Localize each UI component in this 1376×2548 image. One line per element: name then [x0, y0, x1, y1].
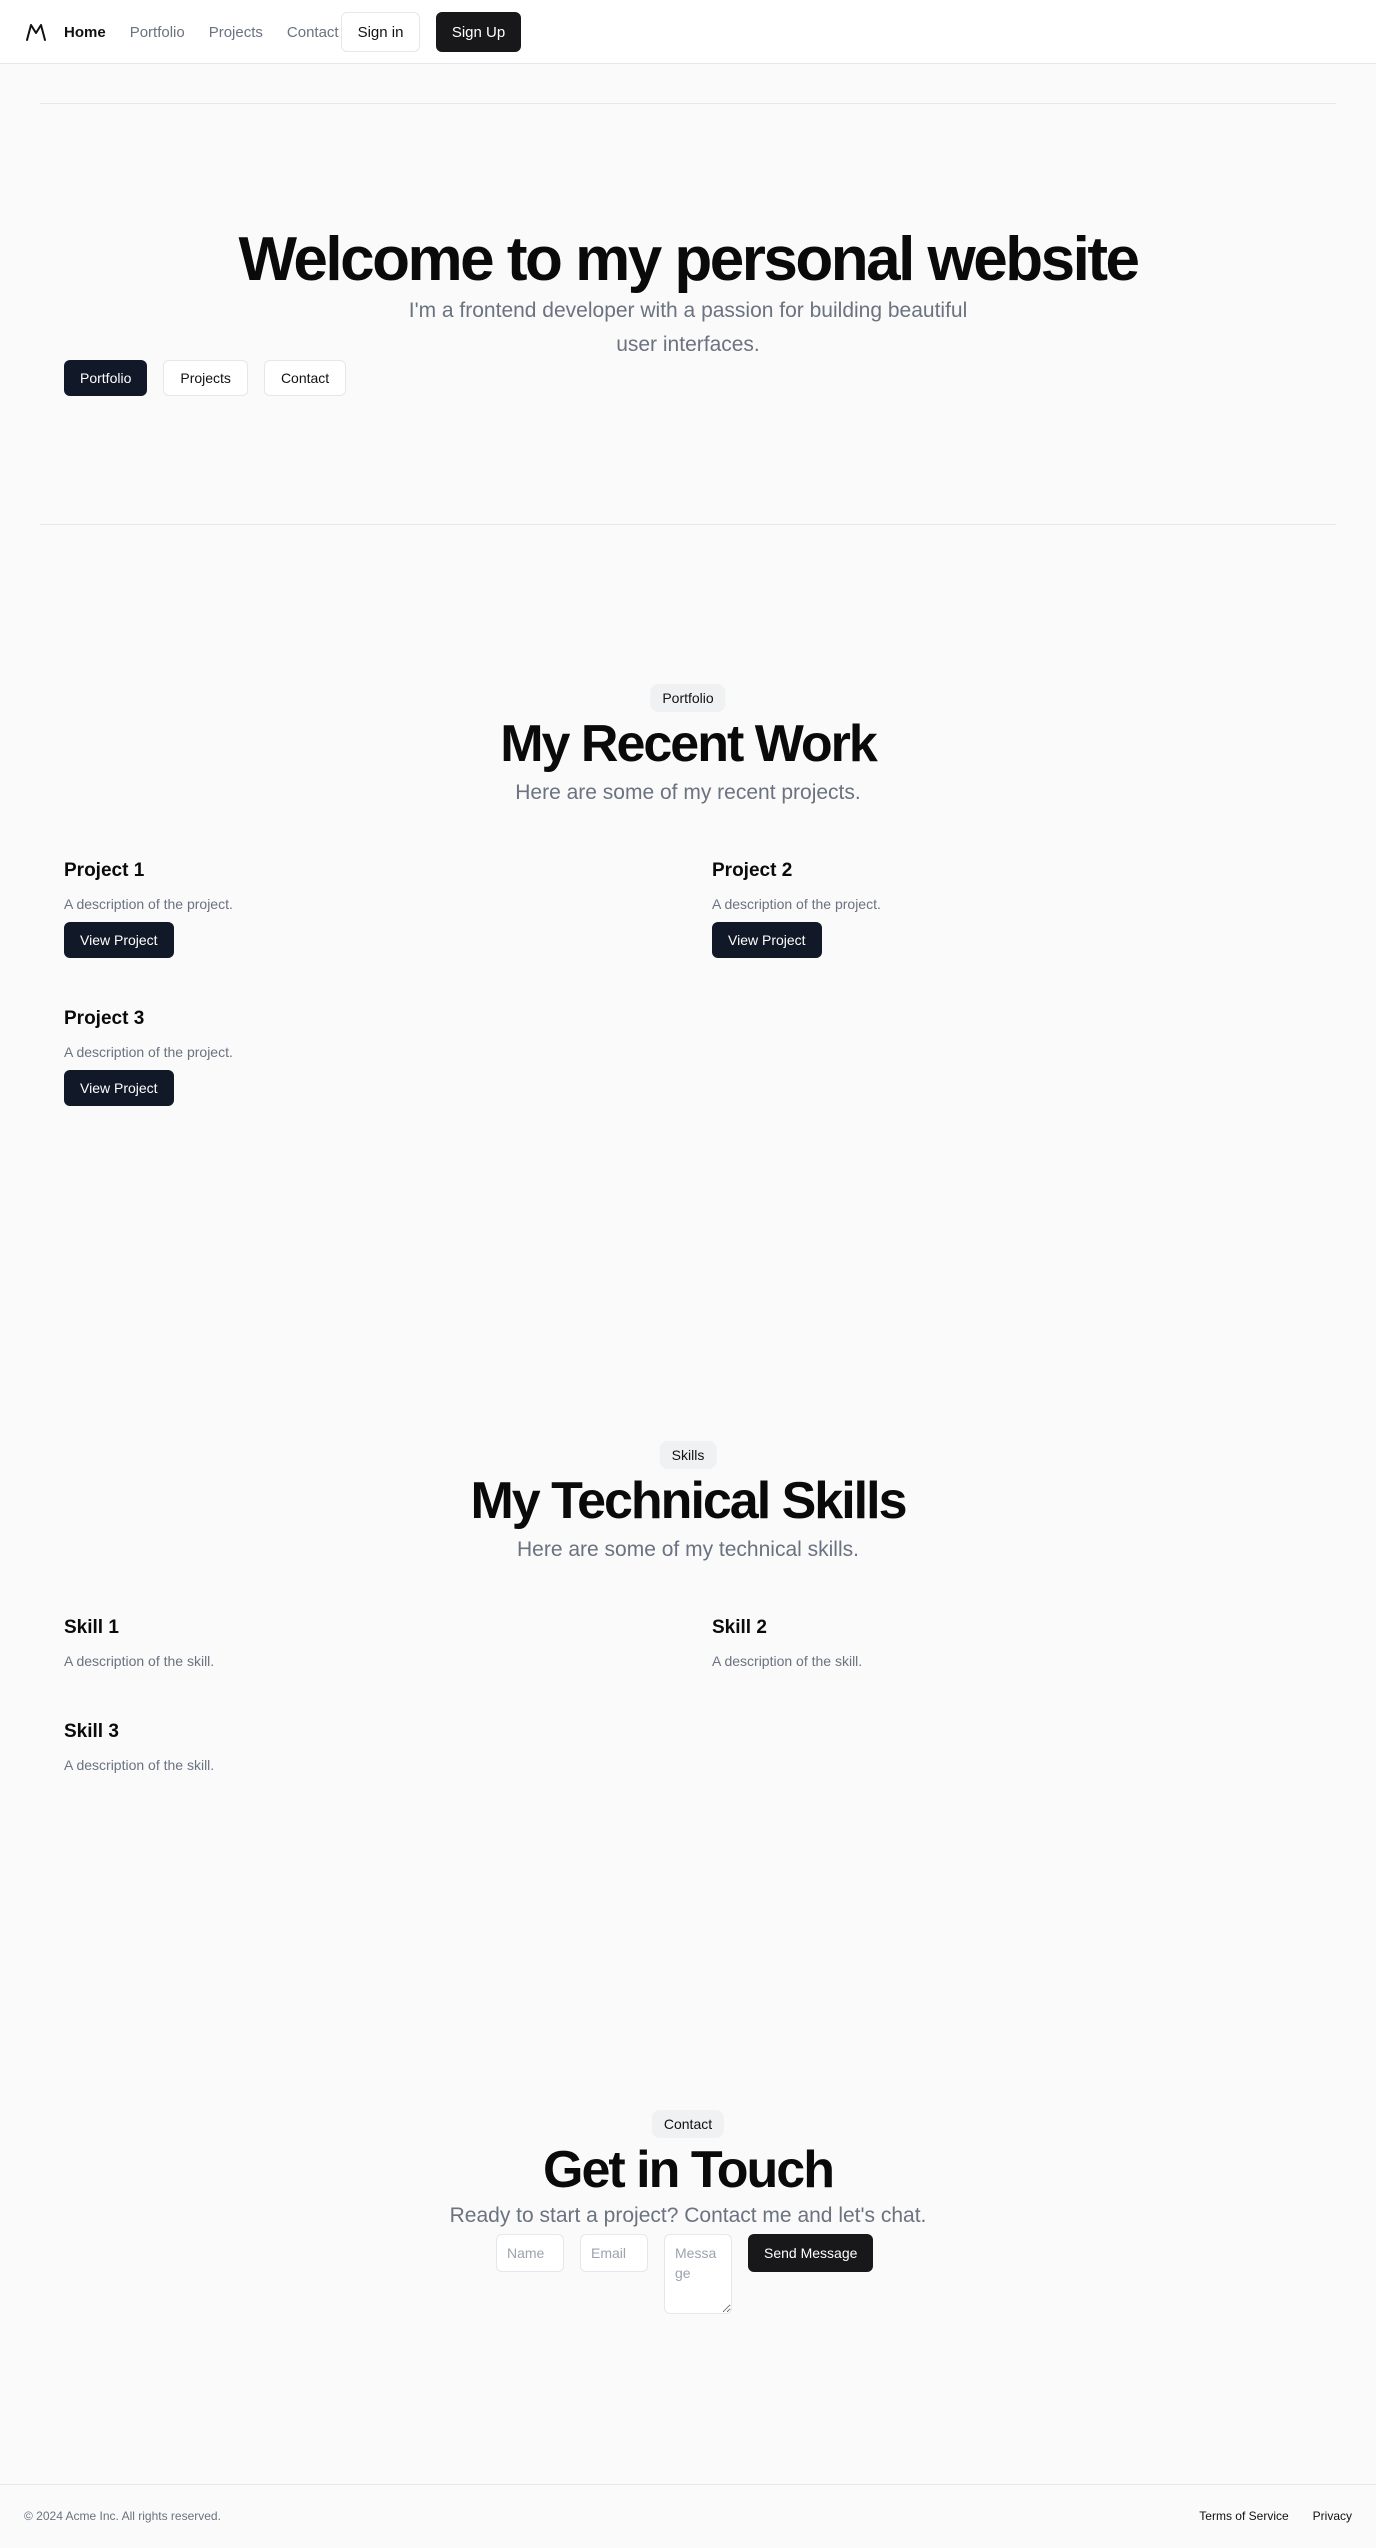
nav-projects-link[interactable]: Projects — [209, 24, 263, 41]
contact-title: Get in Touch — [543, 2141, 835, 2199]
portfolio-title: My Recent Work — [500, 715, 878, 773]
email-input[interactable] — [580, 2234, 648, 2272]
contact-subtitle: Ready to start a project? Contact me and… — [449, 2204, 927, 2227]
project-description: A description of the project. — [64, 896, 233, 912]
project-title: Project 3 — [64, 1008, 145, 1029]
skill-title: Skill 1 — [64, 1617, 119, 1638]
hero-subtitle: I'm a frontend developer with a passion … — [408, 299, 968, 356]
terms-of-service-link[interactable]: Terms of Service — [1199, 2509, 1288, 2523]
name-input[interactable] — [496, 2234, 564, 2272]
hero-top-divider — [40, 103, 1336, 104]
view-project-button[interactable]: View Project — [64, 922, 174, 958]
skill-title: Skill 3 — [64, 1721, 119, 1742]
skill-card: Skill 3 A description of the skill. — [64, 1719, 664, 1775]
project-card: Project 1 A description of the project. … — [64, 858, 664, 958]
contact-badge: Contact — [651, 2110, 725, 2138]
skill-card: Skill 1 A description of the skill. — [64, 1615, 664, 1671]
skill-description: A description of the skill. — [712, 1653, 863, 1669]
message-input[interactable] — [664, 2234, 732, 2314]
project-card: Project 2 A description of the project. … — [712, 858, 1312, 958]
nav-home-link[interactable]: Home — [64, 24, 106, 41]
hero-bottom-divider — [40, 524, 1336, 525]
main-nav: Home Portfolio Projects Contact — [64, 0, 339, 64]
mountain-logo-icon[interactable] — [24, 20, 48, 44]
contact-button[interactable]: Contact — [263, 360, 347, 396]
nav-portfolio-link[interactable]: Portfolio — [130, 24, 185, 41]
skill-title: Skill 2 — [712, 1617, 767, 1638]
skills-subtitle: Here are some of my technical skills. — [517, 1538, 859, 1561]
send-message-button[interactable]: Send Message — [748, 2234, 874, 2272]
site-footer: © 2024 Acme Inc. All rights reserved. Te… — [0, 2484, 1376, 2548]
sign-in-button[interactable]: Sign in — [341, 12, 420, 52]
footer-links: Terms of Service Privacy — [1199, 2509, 1352, 2523]
skills-title: My Technical Skills — [470, 1472, 907, 1530]
view-project-button[interactable]: View Project — [64, 1070, 174, 1106]
view-project-button[interactable]: View Project — [712, 922, 822, 958]
sign-up-button[interactable]: Sign Up — [436, 12, 521, 52]
skill-description: A description of the skill. — [64, 1757, 215, 1773]
portfolio-badge: Portfolio — [650, 684, 726, 712]
privacy-link[interactable]: Privacy — [1313, 2509, 1352, 2523]
hero-buttons: Portfolio Projects Contact — [64, 360, 347, 396]
site-header: Home Portfolio Projects Contact Sign in … — [0, 0, 1376, 64]
copyright-text: © 2024 Acme Inc. All rights reserved. — [24, 2509, 221, 2523]
project-title: Project 1 — [64, 860, 145, 881]
portfolio-subtitle: Here are some of my recent projects. — [515, 781, 861, 804]
hero-title: Welcome to my personal website — [238, 225, 1140, 294]
project-description: A description of the project. — [64, 1044, 233, 1060]
portfolio-button[interactable]: Portfolio — [64, 360, 148, 396]
skills-badge: Skills — [659, 1441, 717, 1469]
skill-card: Skill 2 A description of the skill. — [712, 1615, 1312, 1671]
nav-contact-link[interactable]: Contact — [287, 24, 339, 41]
project-description: A description of the project. — [712, 896, 881, 912]
skill-description: A description of the skill. — [64, 1653, 215, 1669]
contact-form: Send Message — [496, 2234, 874, 2314]
project-title: Project 2 — [712, 860, 793, 881]
project-card: Project 3 A description of the project. … — [64, 1006, 664, 1106]
projects-button[interactable]: Projects — [163, 360, 248, 396]
